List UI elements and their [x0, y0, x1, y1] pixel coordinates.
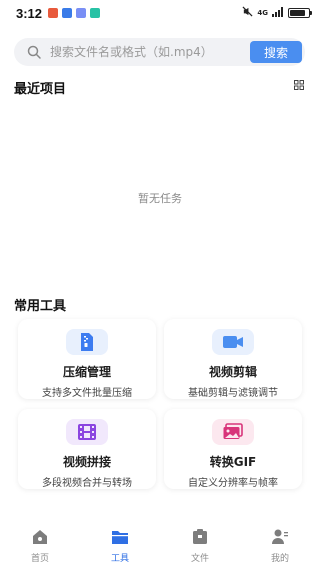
search-bar: 搜索 — [14, 38, 305, 66]
search-button[interactable]: 搜索 — [250, 41, 302, 63]
search-input[interactable] — [50, 45, 250, 59]
folder-icon — [112, 531, 128, 544]
network-type: 4G — [257, 9, 268, 17]
tool-card-video-edit[interactable]: 视频剪辑 基础剪辑与滤镜调节 — [164, 319, 302, 399]
tool-icon-box — [212, 329, 254, 355]
notification-app-icon — [62, 8, 73, 18]
nav-label: 我的 — [270, 554, 289, 564]
search-icon — [27, 45, 41, 59]
notification-app-icon — [76, 8, 87, 18]
signal-icon — [272, 6, 284, 20]
tool-card-video-merge[interactable]: 视频拼接 多段视频合并与转场 — [18, 409, 156, 489]
tool-card-gif-convert[interactable]: 转换GIF 自定义分辨率与帧率 — [164, 409, 302, 489]
tool-title: 转换GIF — [209, 455, 257, 469]
user-icon — [272, 529, 288, 544]
tool-icon-box — [212, 419, 254, 445]
tool-desc: 支持多文件批量压缩 — [42, 388, 132, 399]
video-camera-icon — [223, 336, 243, 348]
recent-section-title: 最近项目 — [14, 82, 67, 97]
grid-view-icon[interactable] — [294, 80, 304, 90]
tool-icon-box — [66, 329, 108, 355]
nav-item-files[interactable]: 文件 — [160, 520, 240, 564]
empty-state-text: 暂无任务 — [138, 192, 182, 205]
tool-title: 压缩管理 — [62, 365, 111, 379]
nav-item-tools[interactable]: 工具 — [80, 520, 160, 564]
tool-desc: 多段视频合并与转场 — [42, 478, 132, 489]
film-icon — [78, 424, 96, 440]
battery-icon — [288, 8, 312, 18]
nav-label: 文件 — [190, 554, 209, 564]
file-box-icon — [193, 529, 207, 544]
status-time: 3:12 — [16, 5, 43, 21]
status-bar: 3:12 4G — [0, 0, 320, 26]
nav-item-home[interactable]: 首页 — [0, 520, 80, 564]
status-indicators: 4G — [242, 6, 312, 20]
bottom-nav: 首页 工具 文件 我的 — [0, 520, 320, 569]
nav-item-profile[interactable]: 我的 — [240, 520, 320, 564]
tool-card-compress[interactable]: 压缩管理 支持多文件批量压缩 — [18, 319, 156, 399]
notification-app-icon — [48, 8, 59, 18]
tool-desc: 自定义分辨率与帧率 — [188, 478, 278, 489]
file-zip-icon — [81, 333, 93, 351]
tool-title: 视频剪辑 — [208, 365, 257, 379]
nav-label: 首页 — [30, 554, 49, 564]
image-icon — [223, 423, 243, 439]
tool-desc: 基础剪辑与滤镜调节 — [188, 388, 278, 399]
notification-app-icon — [90, 8, 101, 18]
tool-icon-box — [66, 419, 108, 445]
mute-icon — [242, 6, 253, 20]
tool-title: 视频拼接 — [62, 455, 111, 469]
nav-label: 工具 — [110, 554, 129, 564]
home-icon — [33, 530, 47, 544]
tools-section-title: 常用工具 — [14, 299, 67, 314]
